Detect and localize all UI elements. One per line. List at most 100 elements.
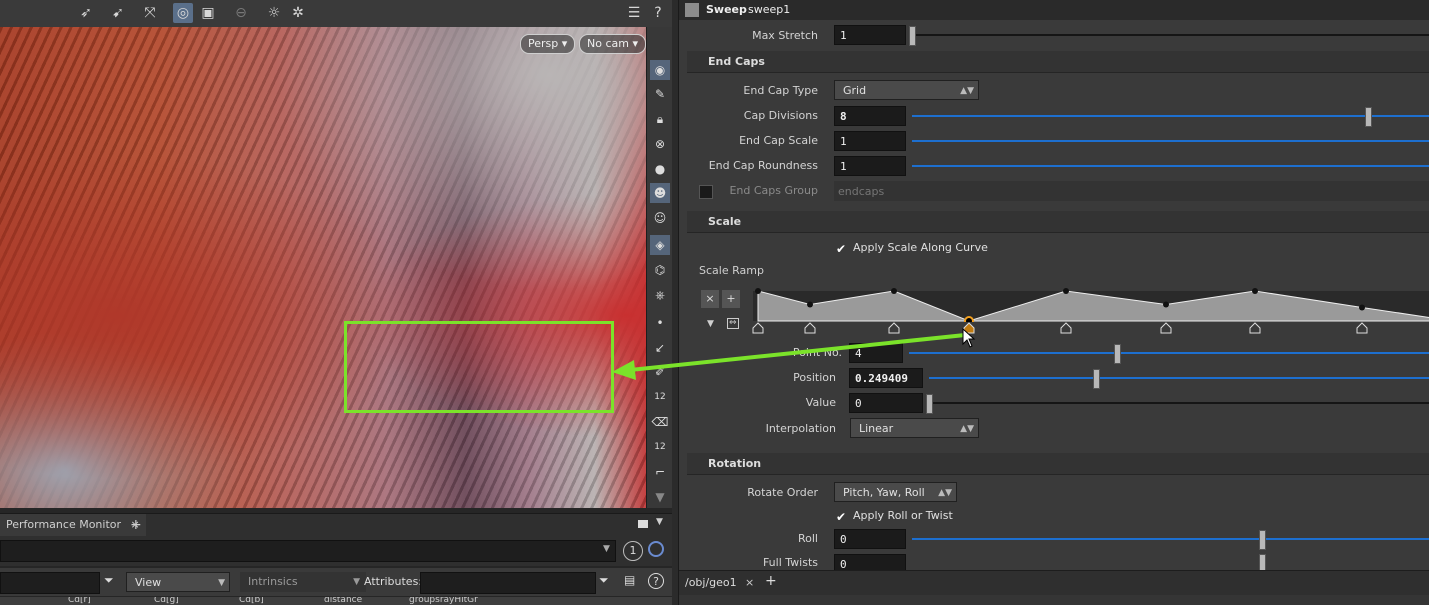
sphere-icon[interactable]: ● (650, 159, 670, 179)
apply-roll-checkbox[interactable]: ✔ (835, 511, 847, 523)
tab-performance-monitor[interactable]: Performance Monitor × (0, 514, 146, 536)
section-scale[interactable]: Scale (687, 211, 1429, 233)
performance-field[interactable] (0, 540, 616, 562)
apply-scale-checkbox[interactable]: ✔ (835, 243, 847, 255)
ramp-point[interactable] (1252, 288, 1258, 294)
view-icon[interactable]: ◉ (650, 60, 670, 80)
select-arrow2-icon[interactable]: ➹ (108, 3, 128, 23)
ramp-key-flag[interactable] (1356, 322, 1368, 334)
ramp-add-button[interactable]: + (722, 290, 740, 308)
skull2-icon[interactable]: ☺ (650, 208, 670, 228)
snapshot-icon[interactable]: ◎ (173, 3, 193, 23)
camera-menu[interactable]: No cam ▾ (579, 34, 646, 54)
node-name-field[interactable]: sweep1 (748, 3, 790, 16)
count-badge[interactable]: 1 (623, 541, 643, 561)
lightbulb-icon[interactable]: ☼ (264, 3, 284, 23)
value-handle[interactable] (926, 394, 933, 414)
view-dropdown[interactable]: View ▼ (126, 572, 230, 592)
close-icon[interactable]: × (745, 576, 754, 589)
position-handle[interactable] (1093, 369, 1100, 389)
section-end-caps[interactable]: End Caps (687, 51, 1429, 73)
intrinsics-dropdown[interactable]: Intrinsics ▼ (240, 572, 366, 592)
display-options-icon[interactable]: ☰ (624, 3, 644, 23)
attributes-field[interactable] (420, 572, 596, 594)
end-cap-scale-slider[interactable] (912, 140, 1429, 142)
skull-icon[interactable]: ☻ (650, 183, 670, 203)
gear-icon[interactable]: ✲ (288, 3, 308, 23)
ghost-icon[interactable]: ⊗ (650, 134, 670, 154)
help-icon[interactable]: ? (648, 3, 668, 23)
render-icon[interactable]: ◈ (650, 235, 670, 255)
scale-ramp-editor[interactable] (753, 288, 1429, 322)
ramp-key-flag[interactable] (1160, 322, 1172, 334)
persp-menu[interactable]: Persp ▾ (520, 34, 576, 54)
point-no-handle[interactable] (1114, 344, 1121, 364)
ramp-point[interactable] (1359, 304, 1365, 311)
end-cap-roundness-slider[interactable] (912, 165, 1429, 167)
view-label: View (135, 576, 162, 589)
add-tab-button[interactable]: + (130, 514, 142, 536)
column-header[interactable]: distance (324, 597, 362, 605)
lock-icon[interactable]: 🔒︎ (650, 109, 670, 129)
corner-icon[interactable]: ⌐ (650, 462, 670, 482)
end-cap-scale-field[interactable]: 1 (834, 131, 906, 151)
filter-icon[interactable]: ⏷ (599, 573, 609, 588)
column-header[interactable]: Cd[g] (154, 597, 179, 605)
ramp-point[interactable] (807, 301, 813, 308)
3d-viewport[interactable]: Persp ▾ No cam ▾ (0, 27, 646, 508)
cap-divisions-field[interactable]: 8 (834, 106, 906, 126)
max-stretch-field[interactable]: 1 (834, 25, 906, 45)
node-path-field[interactable] (0, 572, 100, 594)
chevron-down-icon[interactable]: ▼ (656, 517, 663, 527)
ramp-point[interactable] (755, 288, 761, 294)
disable-icon[interactable]: ⊖ (231, 3, 251, 23)
tab-obj-geo1[interactable]: /obj/geo1 (685, 576, 737, 589)
end-caps-group-field[interactable] (834, 181, 1429, 201)
roll-slider[interactable] (912, 538, 1429, 540)
add-tab-button[interactable]: + (765, 573, 777, 589)
full-twists-field[interactable]: 0 (834, 554, 906, 570)
filter-icon[interactable]: ⏷ (104, 573, 120, 589)
interpolation-dropdown[interactable]: Linear ▲▼ (850, 418, 979, 438)
handle-icon[interactable]: 12 (650, 387, 670, 407)
pen-icon[interactable]: ✎ (650, 84, 670, 104)
camera-icon[interactable]: ▣ (198, 3, 218, 23)
record-icon[interactable] (648, 541, 664, 557)
cap-divisions-slider[interactable] (912, 115, 1429, 117)
ramp-point[interactable] (891, 288, 897, 294)
ramp-point[interactable] (1163, 301, 1169, 308)
help-icon[interactable]: ? (648, 573, 664, 589)
value-field[interactable]: 0 (849, 393, 923, 413)
rotate-order-dropdown[interactable]: Pitch, Yaw, Roll ▲▼ (834, 482, 957, 502)
ramp-delete-button[interactable]: × (701, 290, 719, 308)
sweep-node-icon (685, 3, 699, 17)
max-stretch-handle[interactable] (909, 26, 916, 46)
roll-handle[interactable] (1259, 530, 1266, 550)
render2-icon[interactable]: ⎈ (650, 285, 670, 305)
ramp-key-flag[interactable] (1060, 322, 1072, 334)
max-stretch-slider[interactable] (912, 34, 1429, 36)
value-slider[interactable] (929, 402, 1429, 404)
transform-icon[interactable]: ⤧ (140, 3, 160, 23)
paint2-icon[interactable]: 12 (650, 437, 670, 457)
column-header[interactable]: Cd[r] (68, 597, 91, 605)
arrow-down-icon[interactable]: ▼ (650, 487, 670, 507)
chevron-down-icon[interactable]: ▼ (603, 544, 610, 554)
full-twists-handle[interactable] (1259, 554, 1266, 570)
paint-icon[interactable]: ⌫ (650, 412, 670, 432)
column-header[interactable]: Cd[b] (239, 597, 264, 605)
ramp-key-flag[interactable] (1249, 322, 1261, 334)
cap-divisions-handle[interactable] (1365, 107, 1372, 127)
point-no-slider[interactable] (909, 352, 1429, 354)
end-cap-roundness-field[interactable]: 1 (834, 156, 906, 176)
maximize-icon[interactable] (638, 520, 648, 528)
camera-rig-icon[interactable]: ⌬ (650, 260, 670, 280)
column-header[interactable]: groupsrayHitGr (409, 597, 478, 605)
section-rotation[interactable]: Rotation (687, 453, 1429, 475)
end-cap-type-dropdown[interactable]: Grid ▲▼ (834, 80, 979, 100)
position-slider[interactable] (929, 377, 1429, 379)
ramp-point[interactable] (1063, 288, 1069, 294)
select-arrow-icon[interactable]: ➶ (76, 3, 96, 23)
columns-icon[interactable]: ▤ (624, 573, 635, 587)
roll-field[interactable]: 0 (834, 529, 906, 549)
